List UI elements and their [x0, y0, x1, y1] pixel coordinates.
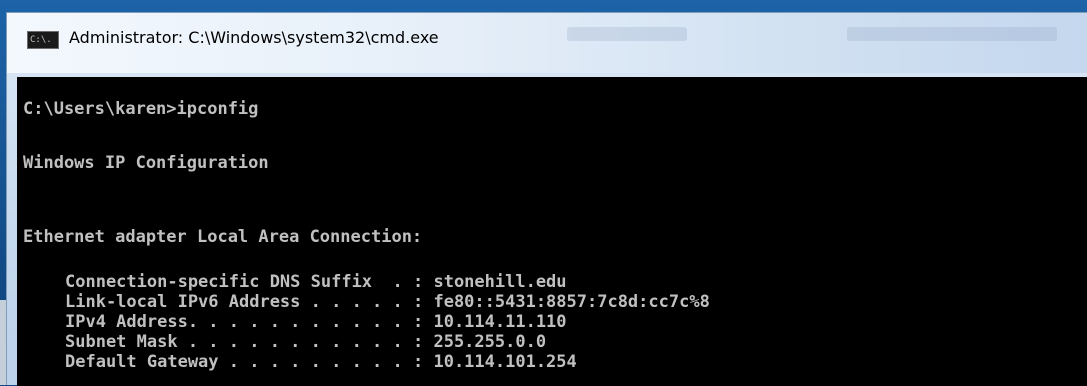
config-entry: IPv4 Address. . . . . . . . . . . : 10.1… — [65, 312, 567, 332]
console-output[interactable]: C:\Users\karen>ipconfig Windows IP Confi… — [17, 77, 1087, 386]
entry-label: Link-local IPv6 Address . . . . . : — [65, 292, 434, 312]
config-entry: Link-local IPv6 Address . . . . . : fe80… — [65, 292, 710, 312]
cmd-window[interactable]: C:\. Administrator: C:\Windows\system32\… — [6, 12, 1087, 386]
entry-value: 10.114.101.254 — [433, 352, 577, 372]
window-edge-shadow — [0, 300, 6, 385]
entry-label: Connection-specific DNS Suffix . : — [65, 272, 434, 292]
config-entry: Subnet Mask . . . . . . . . . . . : 255.… — [65, 332, 546, 352]
background-window-ghost — [567, 27, 687, 41]
title-bar[interactable]: C:\. Administrator: C:\Windows\system32\… — [7, 13, 1087, 73]
config-entry: Default Gateway . . . . . . . . . : 10.1… — [65, 352, 577, 372]
ipconfig-header: Windows IP Configuration — [23, 153, 269, 173]
entry-label: Subnet Mask . . . . . . . . . . . : — [65, 332, 434, 352]
prompt-line: C:\Users\karen>ipconfig — [23, 99, 259, 119]
entry-value: 255.255.0.0 — [433, 332, 547, 352]
adapter-heading: Ethernet adapter Local Area Connection: — [23, 227, 423, 247]
entry-label: IPv4 Address. . . . . . . . . . . : — [65, 312, 434, 332]
background-window-ghost — [847, 27, 1057, 41]
entry-label: Default Gateway . . . . . . . . . : — [65, 352, 434, 372]
entry-value: stonehill.edu — [433, 272, 567, 292]
entry-value: fe80::5431:8857:7c8d:cc7c%8 — [433, 292, 710, 312]
entry-value: 10.114.11.110 — [433, 312, 567, 332]
window-title: Administrator: C:\Windows\system32\cmd.e… — [69, 28, 439, 47]
cmd-icon[interactable]: C:\. — [27, 31, 59, 49]
config-entry: Connection-specific DNS Suffix . : stone… — [65, 272, 567, 292]
